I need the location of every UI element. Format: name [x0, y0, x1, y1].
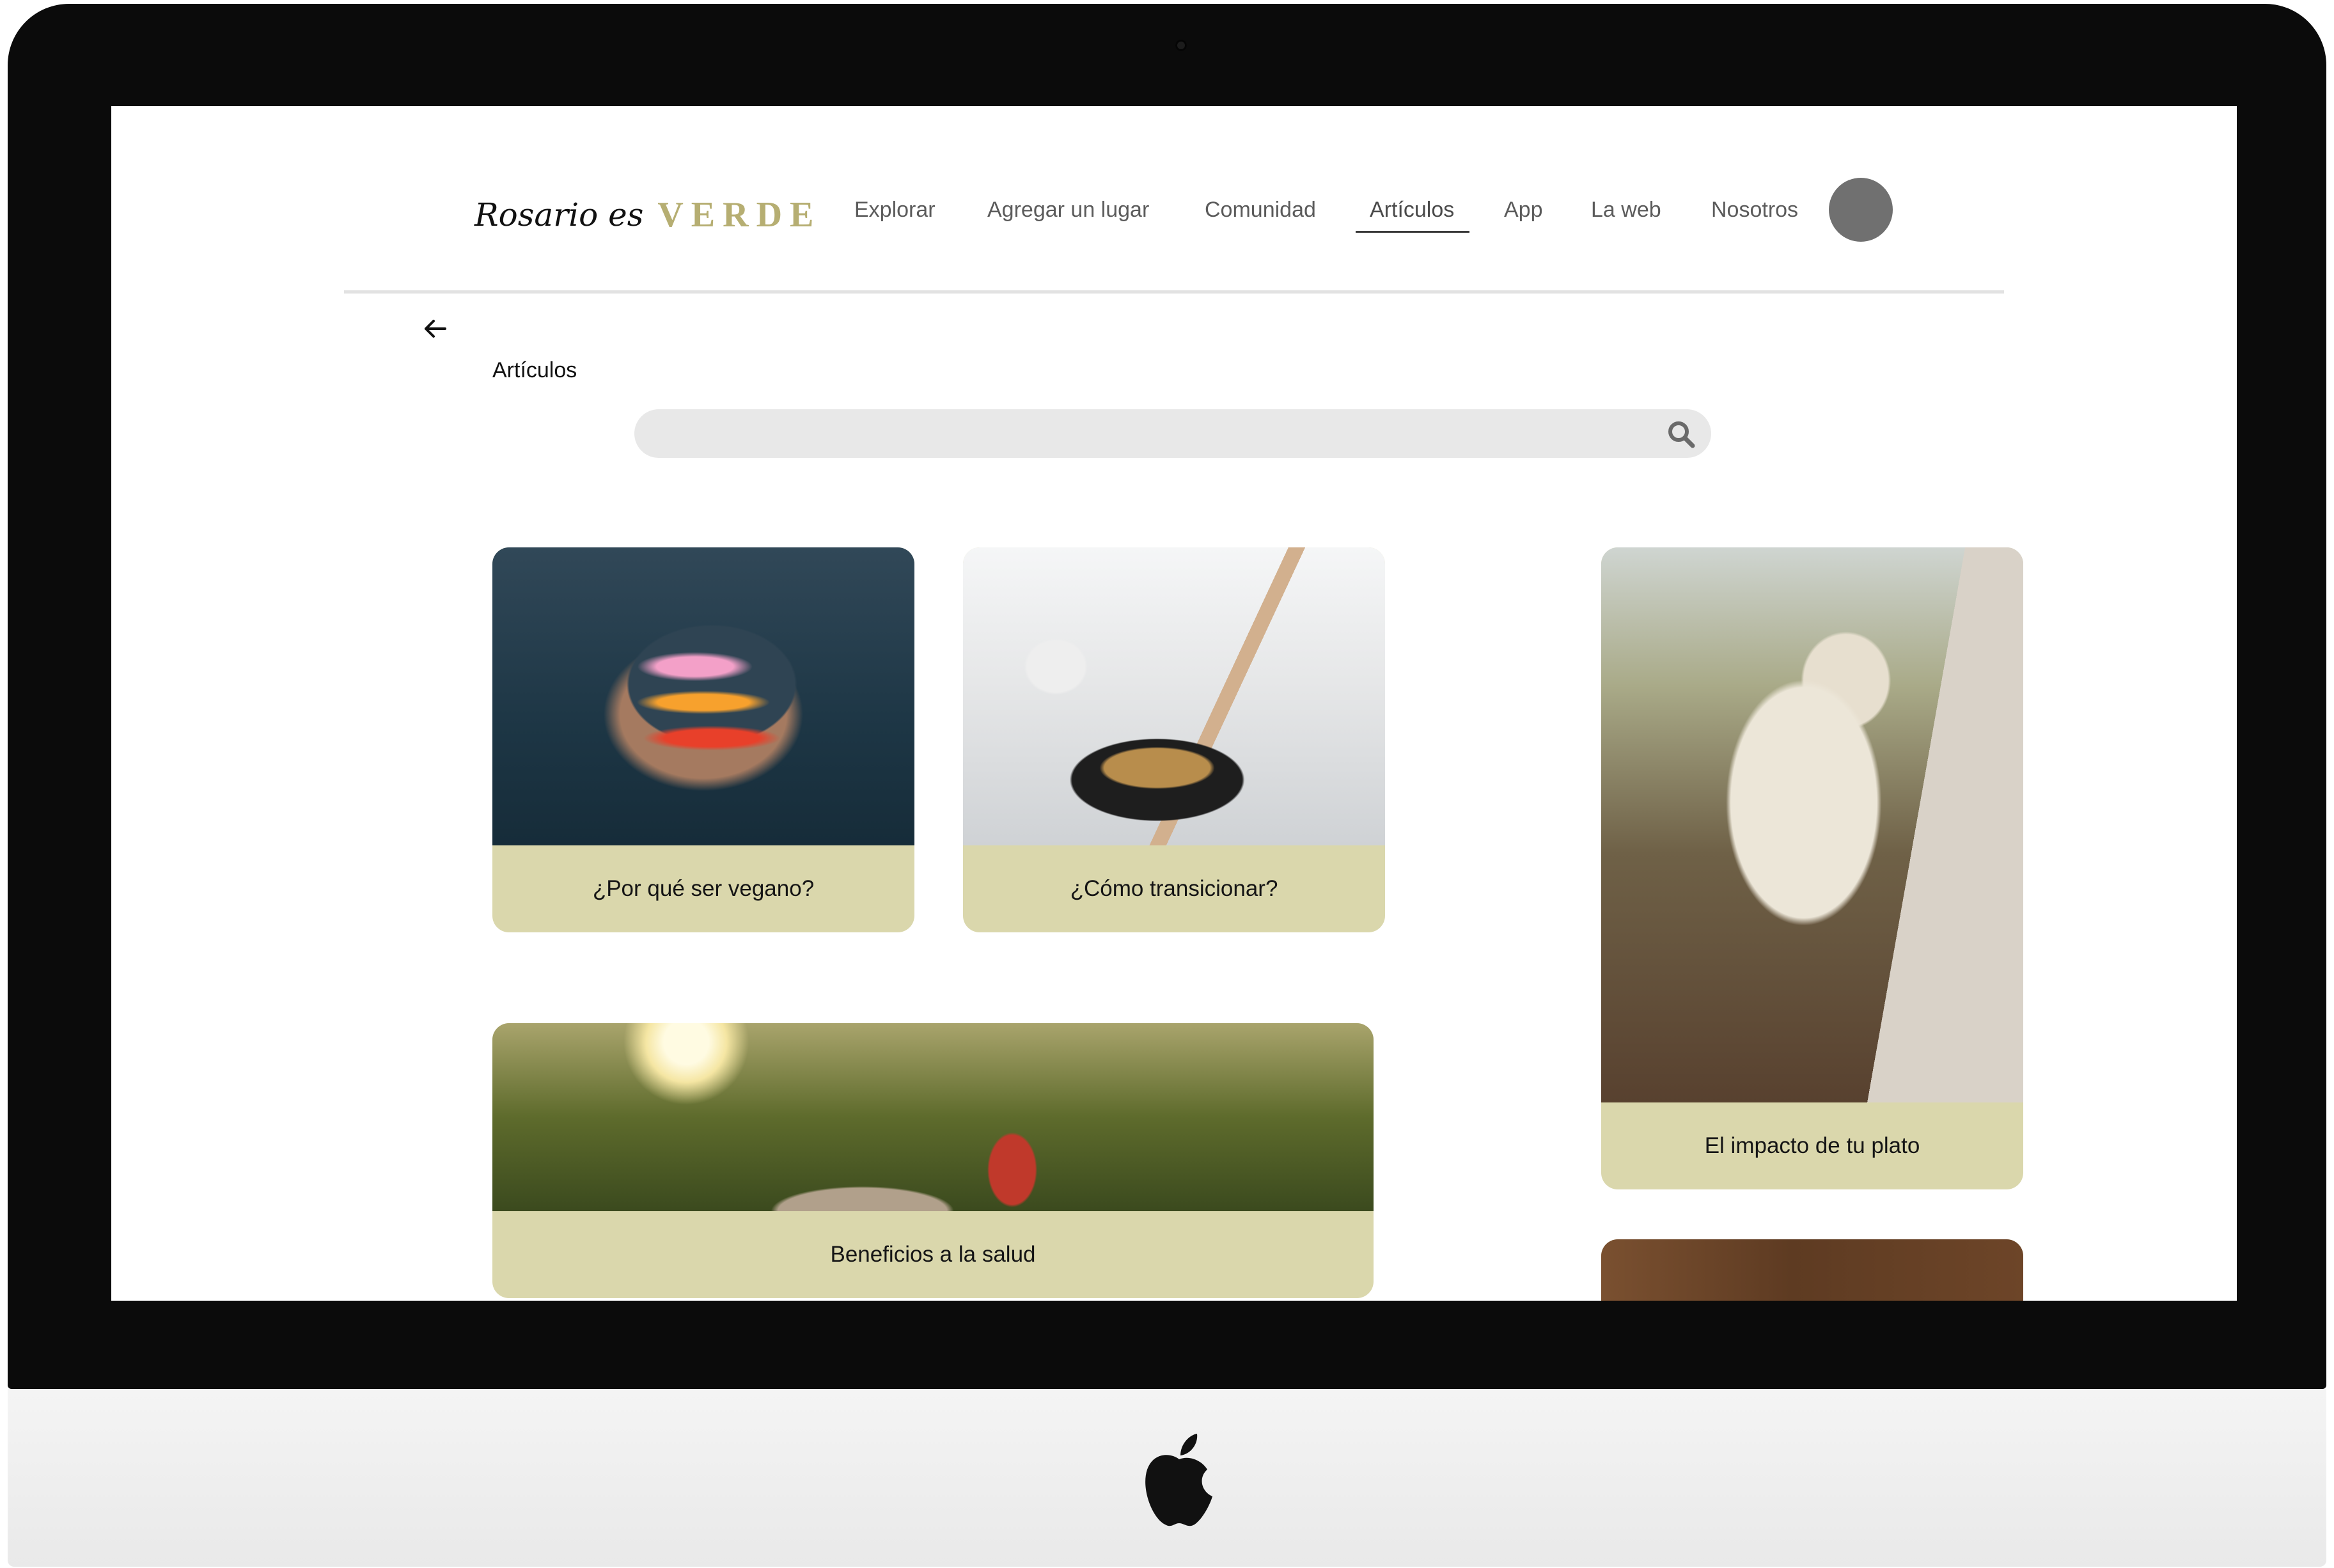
article-card[interactable]: El impacto de tu plato [1601, 547, 2023, 1189]
nav-articulos[interactable]: Artículos [1355, 191, 1470, 233]
article-title: El impacto de tu plato [1704, 1133, 1920, 1158]
article-card[interactable]: ¿Por qué ser vegano? [492, 547, 914, 932]
logo-script-text: Rosario es [474, 196, 644, 233]
lamb-image [1601, 547, 2023, 1102]
wooden-background-image [1601, 1239, 2023, 1301]
nav-nosotros[interactable]: Nosotros [1711, 191, 1798, 229]
nav-agregar-lugar[interactable]: Agregar un lugar [987, 191, 1149, 229]
site-logo[interactable]: Rosario es VERDE [474, 183, 821, 247]
article-title: ¿Cómo transicionar? [1070, 876, 1278, 901]
article-title: Beneficios a la salud [830, 1242, 1036, 1267]
nav-explorar[interactable]: Explorar [854, 191, 936, 229]
article-card[interactable]: ¿Cómo transicionar? [963, 547, 1385, 932]
site-header: Rosario es VERDE Explorar Agregar un lug… [111, 106, 2237, 295]
avatar[interactable] [1829, 178, 1893, 242]
article-card[interactable] [1601, 1239, 2023, 1301]
page-title: Artículos [492, 358, 577, 382]
veggie-burger-image [492, 547, 914, 845]
article-card[interactable]: Beneficios a la salud [492, 1023, 1374, 1298]
sunlit-path-image [492, 1023, 1374, 1211]
search-input[interactable] [634, 409, 1711, 458]
browser-screen: Rosario es VERDE Explorar Agregar un lug… [111, 106, 2237, 1301]
nav-app[interactable]: App [1504, 191, 1543, 229]
cooking-pan-image [963, 547, 1385, 845]
logo-accent-text: VERDE [657, 195, 822, 235]
back-arrow-icon[interactable] [417, 311, 453, 347]
nav-comunidad[interactable]: Comunidad [1205, 191, 1316, 229]
header-divider [344, 290, 2004, 294]
article-title: ¿Por qué ser vegano? [592, 876, 815, 901]
search-icon[interactable] [1666, 419, 1696, 449]
apple-logo-icon [1145, 1434, 1212, 1526]
webcam [1175, 40, 1187, 51]
nav-la-web[interactable]: La web [1591, 191, 1661, 229]
monitor-chin [8, 1389, 2326, 1567]
